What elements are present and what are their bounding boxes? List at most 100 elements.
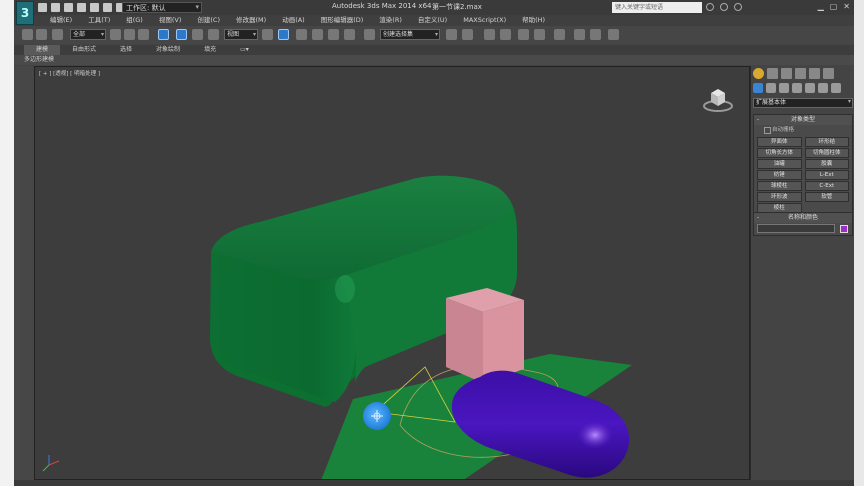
object-color-swatch[interactable] — [840, 225, 848, 233]
mirror-icon[interactable] — [446, 29, 457, 40]
tab-modeling[interactable]: 建模 — [24, 45, 61, 55]
select-scale-icon[interactable] — [208, 29, 219, 40]
shapes-icon[interactable] — [766, 83, 776, 93]
unlink-icon[interactable] — [36, 29, 47, 40]
tab-populate[interactable]: 填充 — [192, 45, 228, 55]
select-by-name-icon[interactable] — [124, 29, 135, 40]
capsule-button[interactable]: 胶囊 — [804, 159, 849, 169]
auto-grid-checkbox[interactable]: 自动栅格 — [754, 125, 852, 135]
close-icon[interactable]: ✕ — [843, 2, 850, 11]
help-icon[interactable] — [734, 3, 742, 11]
render-setup-icon[interactable] — [574, 29, 585, 40]
menu-animation[interactable]: 动画(A) — [274, 15, 313, 26]
angle-snap-icon[interactable] — [312, 29, 323, 40]
menu-views[interactable]: 视图(V) — [151, 15, 190, 26]
hierarchy-tab-icon[interactable] — [781, 68, 792, 79]
viewport-label[interactable]: [ + ] [透视] [ 明暗处理 ] — [39, 69, 100, 77]
restore-icon[interactable]: ▢ — [830, 2, 838, 11]
gengon-button[interactable]: 球棱柱 — [757, 181, 802, 191]
select-rotate-icon[interactable] — [192, 29, 203, 40]
tab-selection[interactable]: 选择 — [108, 45, 144, 55]
menu-help[interactable]: 帮助(H) — [514, 15, 553, 26]
minimize-icon[interactable]: ▁ — [818, 2, 824, 11]
menu-modifiers[interactable]: 修改器(M) — [228, 15, 274, 26]
hose-button[interactable]: 软管 — [804, 192, 849, 202]
geometry-icon[interactable] — [753, 83, 763, 93]
snaps-toggle-icon[interactable] — [296, 29, 307, 40]
bind-space-warp-icon[interactable] — [52, 29, 63, 40]
geometry-type-dropdown[interactable]: 扩展基本体 — [753, 98, 853, 108]
c-ext-button[interactable]: C-Ext — [804, 181, 849, 191]
hedra-button[interactable]: 异面体 — [757, 137, 802, 147]
named-selection-dropdown[interactable]: 创建选择集 — [380, 29, 440, 40]
l-ext-button[interactable]: L-Ext — [804, 170, 849, 180]
oil-tank-button[interactable]: 油罐 — [757, 159, 802, 169]
schematic-view-icon[interactable] — [534, 29, 545, 40]
object-name-field[interactable] — [757, 224, 835, 233]
systems-icon[interactable] — [831, 83, 841, 93]
select-move-icon[interactable] — [176, 29, 187, 40]
viewcube-icon[interactable] — [703, 85, 733, 113]
open-file-icon[interactable] — [51, 3, 60, 12]
object-type-header[interactable]: - 对象类型 — [754, 115, 852, 125]
tab-object-paint[interactable]: 对象绘制 — [144, 45, 192, 55]
layer-manager-icon[interactable] — [484, 29, 495, 40]
star-icon[interactable] — [720, 3, 728, 11]
pink-box[interactable] — [446, 288, 524, 383]
menu-create[interactable]: 创建(C) — [189, 15, 228, 26]
scene-canvas[interactable] — [35, 67, 750, 480]
selection-filter-dropdown[interactable]: 全部 — [70, 29, 106, 40]
cameras-icon[interactable] — [792, 83, 802, 93]
ringwave-button[interactable]: 环形波 — [757, 192, 802, 202]
menu-maxscript[interactable]: MAXScript(X) — [455, 15, 514, 26]
project-folder-icon[interactable] — [103, 3, 112, 12]
perspective-viewport[interactable]: [ + ] [透视] [ 明暗处理 ] — [34, 66, 750, 480]
manipulate-icon[interactable] — [278, 29, 289, 40]
workspace-dropdown[interactable]: 工作区: 默认 — [122, 2, 202, 13]
align-icon[interactable] — [462, 29, 473, 40]
menu-tools[interactable]: 工具(T) — [80, 15, 118, 26]
window-crossing-icon[interactable] — [158, 29, 169, 40]
app-logo-icon[interactable]: 3 — [16, 1, 34, 25]
link-icon[interactable] — [22, 29, 33, 40]
ribbon-panel-label[interactable]: 多边形建模 — [14, 55, 854, 65]
undo-icon[interactable] — [77, 3, 86, 12]
spindle-button[interactable]: 纺锤 — [757, 170, 802, 180]
chamfer-box-button[interactable]: 切角长方体 — [757, 148, 802, 158]
modify-tab-icon[interactable] — [767, 68, 778, 79]
graphite-toggle-icon[interactable] — [500, 29, 511, 40]
helpers-icon[interactable] — [805, 83, 815, 93]
spinner-snap-icon[interactable] — [344, 29, 355, 40]
display-tab-icon[interactable] — [809, 68, 820, 79]
redo-icon[interactable] — [90, 3, 99, 12]
render-production-icon[interactable] — [608, 29, 619, 40]
menu-customize[interactable]: 自定义(U) — [410, 15, 455, 26]
search-input[interactable]: 键入关键字或短语 — [612, 2, 702, 13]
torus-knot-button[interactable]: 环形结 — [804, 137, 849, 147]
name-color-header[interactable]: - 名称和颜色 — [754, 213, 852, 223]
menu-graph-editors[interactable]: 图形编辑器(D) — [313, 15, 372, 26]
reference-coordinate-dropdown[interactable]: 视图 — [224, 29, 258, 40]
chamfer-cyl-button[interactable]: 切角圆柱体 — [804, 148, 849, 158]
menu-edit[interactable]: 编辑(E) — [42, 15, 80, 26]
create-tab-icon[interactable] — [753, 68, 764, 79]
tab-freeform[interactable]: 自由形式 — [60, 45, 108, 55]
lights-icon[interactable] — [779, 83, 789, 93]
percent-snap-icon[interactable] — [328, 29, 339, 40]
new-file-icon[interactable] — [38, 3, 47, 12]
select-object-icon[interactable] — [110, 29, 121, 40]
motion-tab-icon[interactable] — [795, 68, 806, 79]
ribbon-options-icon[interactable]: ▭▾ — [228, 45, 261, 55]
menu-rendering[interactable]: 渲染(R) — [371, 15, 410, 26]
binoculars-icon[interactable] — [706, 3, 714, 11]
save-file-icon[interactable] — [64, 3, 73, 12]
pivot-center-icon[interactable] — [262, 29, 273, 40]
edit-named-selection-icon[interactable] — [364, 29, 375, 40]
utilities-tab-icon[interactable] — [823, 68, 834, 79]
curve-editor-icon[interactable] — [518, 29, 529, 40]
move-gizmo[interactable] — [363, 402, 391, 430]
rendered-frame-icon[interactable] — [590, 29, 601, 40]
rectangular-selection-icon[interactable] — [138, 29, 149, 40]
menu-group[interactable]: 组(G) — [118, 15, 151, 26]
space-warps-icon[interactable] — [818, 83, 828, 93]
